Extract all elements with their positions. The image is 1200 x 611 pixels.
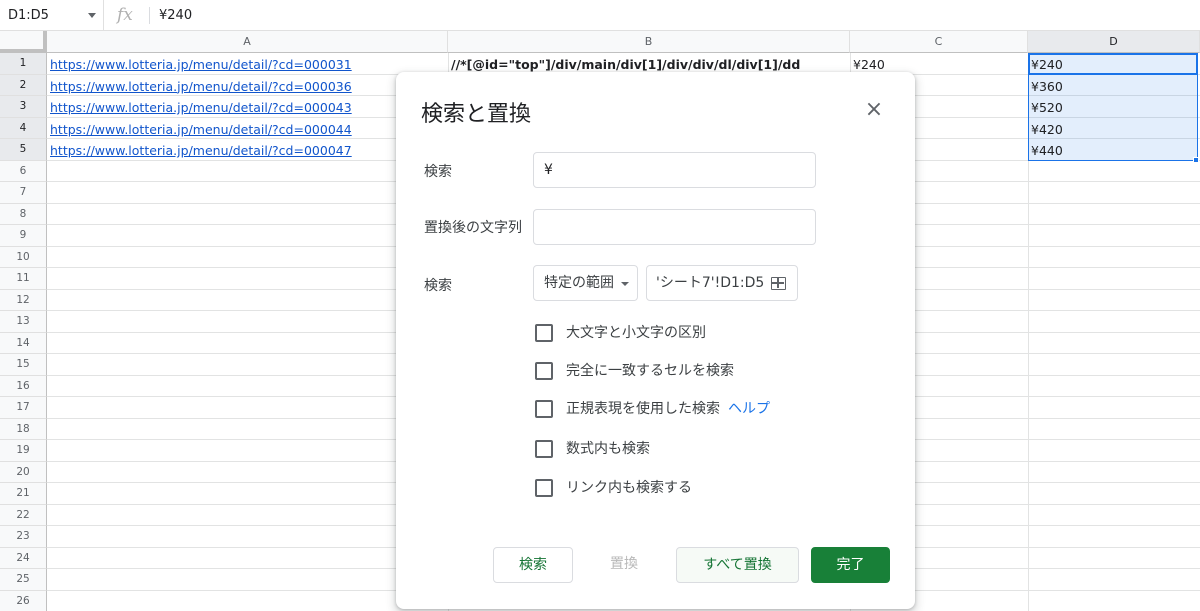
chevron-down-icon [621,282,629,286]
row-header-15[interactable]: 15 [0,354,47,376]
row-header-20[interactable]: 20 [0,461,47,483]
fill-handle[interactable] [1193,157,1199,163]
fx-icon: fx [117,5,133,25]
row-header-7[interactable]: 7 [0,182,47,204]
checkbox[interactable] [535,400,553,418]
row-header-21[interactable]: 21 [0,483,47,505]
row-header-23[interactable]: 23 [0,526,47,548]
range-input-value: 'シート7'!D1:D5 [656,275,765,291]
row-header-13[interactable]: 13 [0,311,47,333]
row-header-3[interactable]: 3 [0,96,47,118]
scope-select[interactable]: 特定の範囲 [533,265,638,301]
option-label: 数式内も検索 [566,441,650,457]
select-all-corner[interactable] [0,31,47,53]
formula-separator [149,7,150,24]
cell-a4[interactable]: https://www.lotteria.jp/menu/detail/?cd=… [47,119,447,140]
row-header-4[interactable]: 4 [0,117,47,139]
replace-button[interactable]: 置換 [586,547,662,583]
grid-select-icon[interactable] [771,277,786,290]
checkbox[interactable] [535,362,553,380]
formula-input[interactable]: ¥240 [159,0,192,31]
find-input[interactable]: ¥ [533,152,816,188]
replace-all-button[interactable]: すべて置換 [676,547,799,583]
option-label: 正規表現を使用した検索 [566,401,720,417]
option-label: リンク内も検索する [566,480,692,496]
row-header-12[interactable]: 12 [0,289,47,311]
formula-bar: D1:D5 fx ¥240 [0,0,1200,31]
row-header-11[interactable]: 11 [0,268,47,290]
row-header-26[interactable]: 26 [0,590,47,611]
cell-a1[interactable]: https://www.lotteria.jp/menu/detail/?cd=… [47,54,447,75]
help-link[interactable]: ヘルプ [728,399,770,419]
range-input[interactable]: 'シート7'!D1:D5 [646,265,798,301]
find-replace-dialog: 検索と置換 × 検索 ¥ 置換後の文字列 検索 特定の範囲 'シート7'!D1:… [396,72,915,609]
row-header-24[interactable]: 24 [0,547,47,569]
row-header-1[interactable]: 1 [0,53,47,75]
find-button[interactable]: 検索 [493,547,573,583]
row-header-6[interactable]: 6 [0,160,47,182]
row-header-5[interactable]: 5 [0,139,47,161]
checkbox[interactable] [535,440,553,458]
cell-d5[interactable]: ¥440 [1028,140,1198,161]
row-header-16[interactable]: 16 [0,375,47,397]
checkbox[interactable] [535,479,553,497]
row-header-10[interactable]: 10 [0,246,47,268]
name-box[interactable]: D1:D5 [0,0,104,31]
column-header-b[interactable]: B [448,31,850,53]
row-header-14[interactable]: 14 [0,332,47,354]
row-header-2[interactable]: 2 [0,74,47,96]
cell-a2[interactable]: https://www.lotteria.jp/menu/detail/?cd=… [47,76,447,97]
row-header-8[interactable]: 8 [0,203,47,225]
row-header-22[interactable]: 22 [0,504,47,526]
replace-input[interactable] [533,209,816,245]
column-header-c[interactable]: C [850,31,1028,53]
find-label: 検索 [424,164,452,180]
dialog-title: 検索と置換 [421,102,532,127]
cell-d1[interactable]: ¥240 [1028,54,1198,75]
scope-label: 検索 [424,278,452,294]
row-header-9[interactable]: 9 [0,225,47,247]
row-header-25[interactable]: 25 [0,569,47,591]
option-label: 大文字と小文字の区別 [566,325,706,341]
cell-d4[interactable]: ¥420 [1028,119,1198,140]
replace-label: 置換後の文字列 [424,220,522,236]
row-header-18[interactable]: 18 [0,418,47,440]
cell-a5[interactable]: https://www.lotteria.jp/menu/detail/?cd=… [47,140,447,161]
scope-select-value: 特定の範囲 [544,275,614,291]
name-box-value: D1:D5 [8,8,49,23]
close-icon[interactable]: × [862,98,886,122]
column-header-d[interactable]: D [1028,31,1200,53]
row-header-17[interactable]: 17 [0,397,47,419]
cell-a3[interactable]: https://www.lotteria.jp/menu/detail/?cd=… [47,97,447,118]
option-label: 完全に一致するセルを検索 [566,363,734,379]
chevron-down-icon[interactable] [88,13,96,18]
row-header-19[interactable]: 19 [0,440,47,462]
checkbox[interactable] [535,324,553,342]
done-button[interactable]: 完了 [811,547,890,583]
column-header-a[interactable]: A [47,31,448,53]
cell-d3[interactable]: ¥520 [1028,97,1198,118]
cell-d2[interactable]: ¥360 [1028,76,1198,97]
